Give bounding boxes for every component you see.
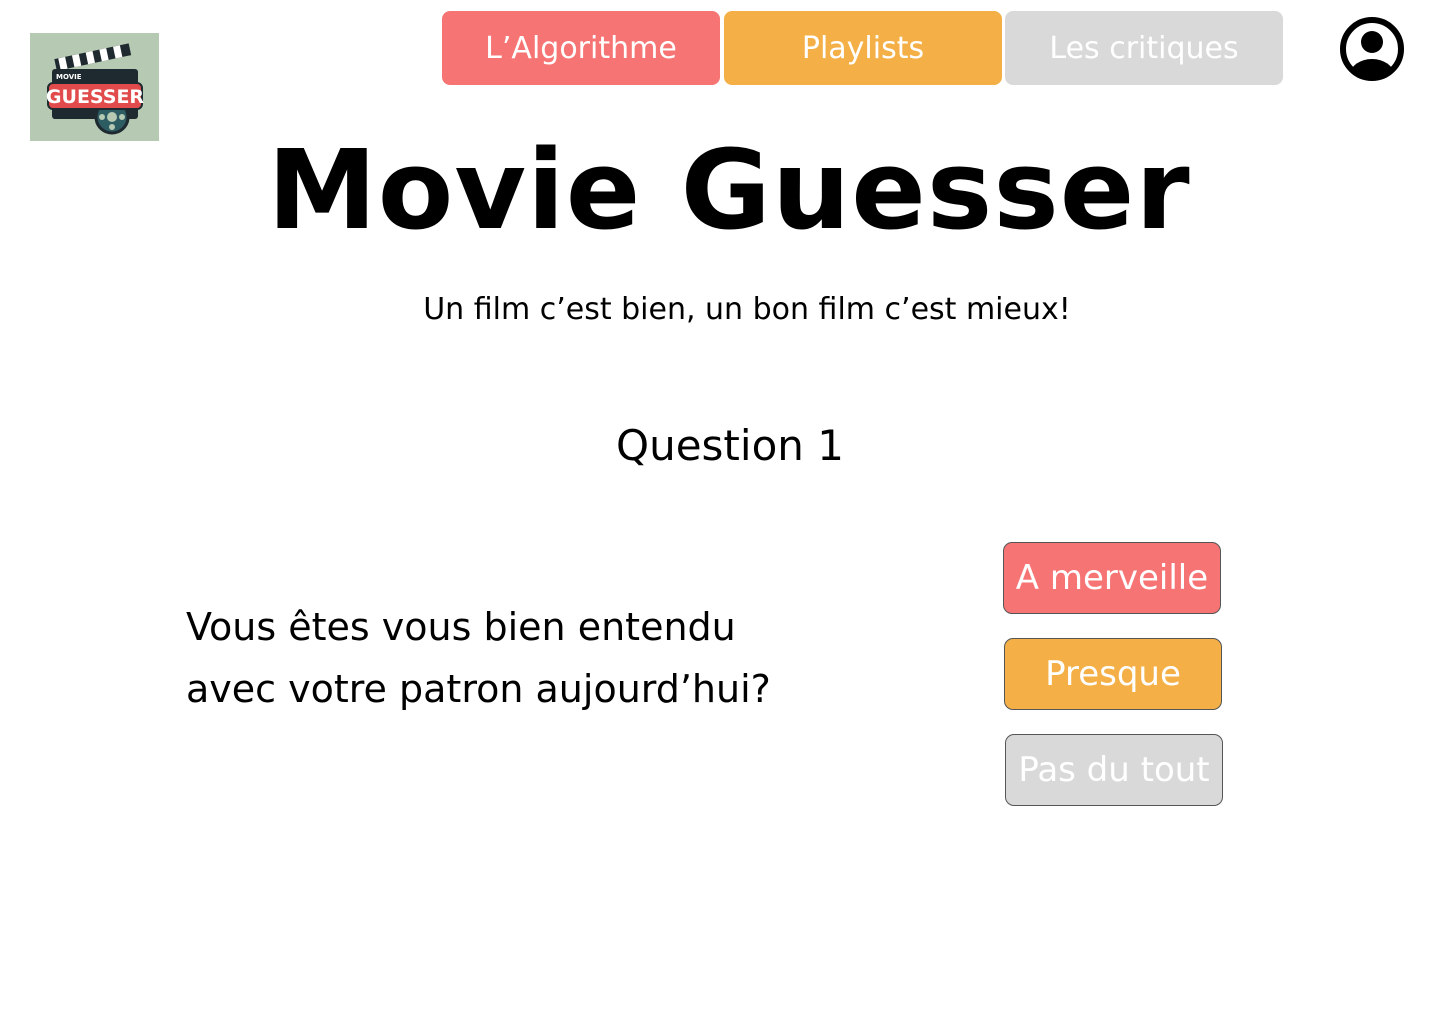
tagline: Un film c’est bien, un bon film c’est mi… [423, 292, 1071, 327]
tab-playlists[interactable]: Playlists [724, 11, 1002, 85]
answer-label: Presque [1045, 654, 1181, 694]
tab-algorithme[interactable]: L’Algorithme [442, 11, 720, 85]
answer-label: A merveille [1015, 558, 1209, 598]
question-text-line-2: avec votre patron aujourd’hui? [186, 667, 771, 711]
question-text: Vous êtes vous bien entendu avec votre p… [186, 596, 806, 720]
question-number: Question 1 [616, 421, 844, 470]
app-logo[interactable]: MOVIE GUESSER [30, 33, 159, 141]
page-title: Movie Guesser [267, 126, 1191, 254]
answer-label: Pas du tout [1018, 750, 1210, 790]
answer-a-merveille-button[interactable]: A merveille [1003, 542, 1221, 614]
movie-clapper-logo-icon: MOVIE GUESSER [46, 43, 144, 135]
logo-small-text: MOVIE [56, 73, 82, 81]
tab-critiques-label: Les critiques [1049, 30, 1239, 66]
logo-brand-text: GUESSER [46, 86, 144, 108]
tab-critiques[interactable]: Les critiques [1005, 11, 1283, 85]
answer-pas-du-tout-button[interactable]: Pas du tout [1005, 734, 1223, 806]
answer-presque-button[interactable]: Presque [1004, 638, 1222, 710]
profile-button[interactable] [1340, 17, 1404, 81]
tab-algorithme-label: L’Algorithme [485, 30, 677, 66]
tab-playlists-label: Playlists [801, 30, 925, 66]
user-circle-icon [1340, 17, 1404, 81]
question-text-line-1: Vous êtes vous bien entendu [186, 605, 736, 649]
